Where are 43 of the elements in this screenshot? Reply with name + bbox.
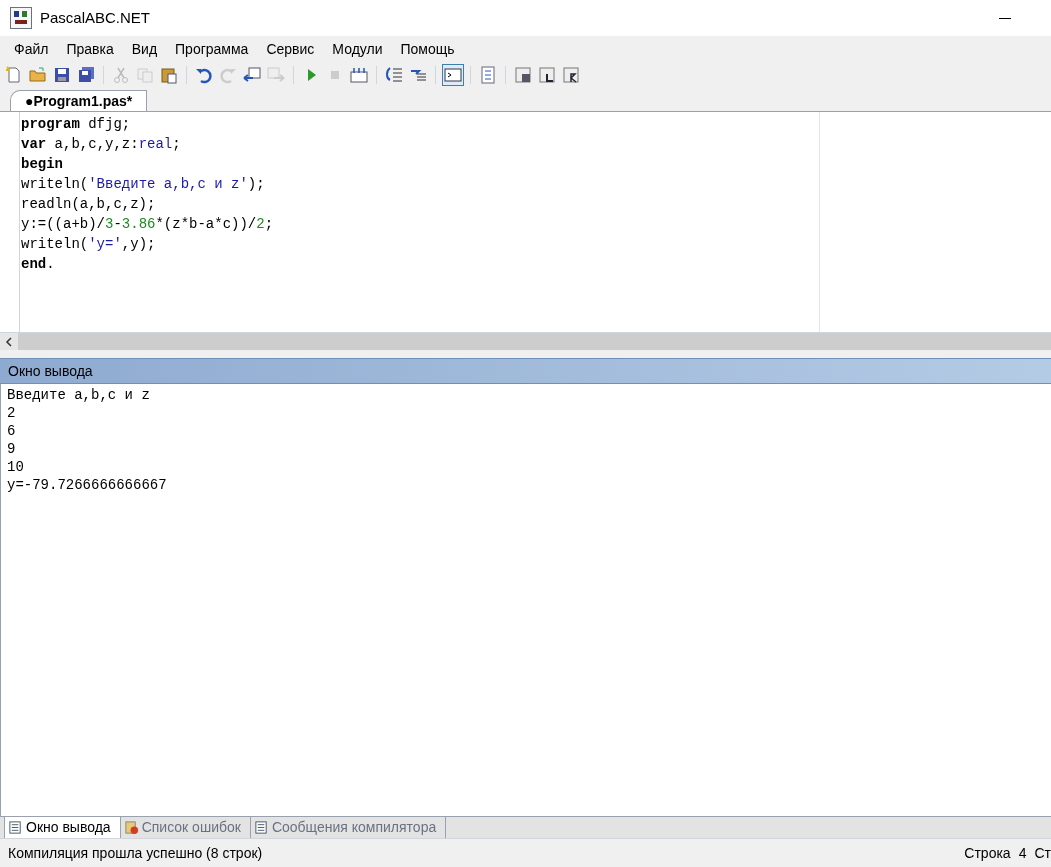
scroll-left-icon[interactable]	[0, 333, 18, 350]
minimize-button[interactable]	[999, 17, 1011, 19]
output-line: 9	[7, 440, 17, 458]
code-line: var a,b,c,y,z:real;	[21, 135, 182, 154]
output-panel-tab[interactable]: Окно вывода	[4, 816, 121, 839]
horizontal-scrollbar[interactable]	[0, 332, 1051, 350]
window-title: PascalABC.NET	[40, 7, 151, 28]
document-letter-icon[interactable]	[536, 64, 558, 86]
column-label: Ст	[1034, 843, 1051, 863]
line-label: Строка	[964, 843, 1011, 863]
console-icon[interactable]	[442, 64, 464, 86]
tab-label: Список ошибок	[141, 818, 242, 837]
menu-item[interactable]: Помощь	[391, 36, 464, 62]
code-line: program dfjg;	[21, 115, 132, 134]
output-line: 6	[7, 422, 17, 440]
menu-item[interactable]: Программа	[166, 36, 258, 62]
output-line: y=-79.7266666666667	[7, 476, 168, 494]
menu-item[interactable]: Правка	[57, 36, 123, 62]
code-line: y:=((a+b)/3-3.86*(z*b-a*c))/2;	[21, 215, 275, 234]
menu-item[interactable]: Сервис	[257, 36, 324, 62]
output-line: 2	[7, 404, 17, 422]
document-icon	[253, 820, 269, 835]
document-letter-icon[interactable]	[512, 64, 534, 86]
code-line: readln(a,b,c,z);	[21, 195, 157, 214]
clipboard-error-icon	[123, 820, 139, 835]
output-line: Введите a,b,c и z	[7, 386, 151, 404]
app-logo-icon	[10, 7, 32, 29]
code-line: writeln('Введите a,b,c и z');	[21, 175, 266, 194]
status-message: Компиляция прошла успешно (8 строк)	[8, 843, 263, 863]
code-line: end.	[21, 255, 56, 274]
menu-item[interactable]: Модули	[323, 36, 392, 62]
code-line: begin	[21, 155, 64, 174]
menu-item[interactable]: Вид	[122, 36, 167, 62]
output-line: 10	[7, 458, 25, 476]
document-letter-icon[interactable]	[560, 64, 582, 86]
code-line: writeln('y=',y);	[21, 235, 157, 254]
line-number: 4	[1018, 843, 1027, 863]
tab-label: Сообщения компилятора	[271, 818, 438, 837]
editor-tab[interactable]: ●Program1.pas*	[10, 90, 148, 111]
tab-label: Окно вывода	[26, 817, 112, 837]
document-icon	[8, 819, 23, 835]
panel-title: Окно вывода	[8, 361, 93, 381]
menu-item[interactable]: Файл	[5, 36, 58, 62]
